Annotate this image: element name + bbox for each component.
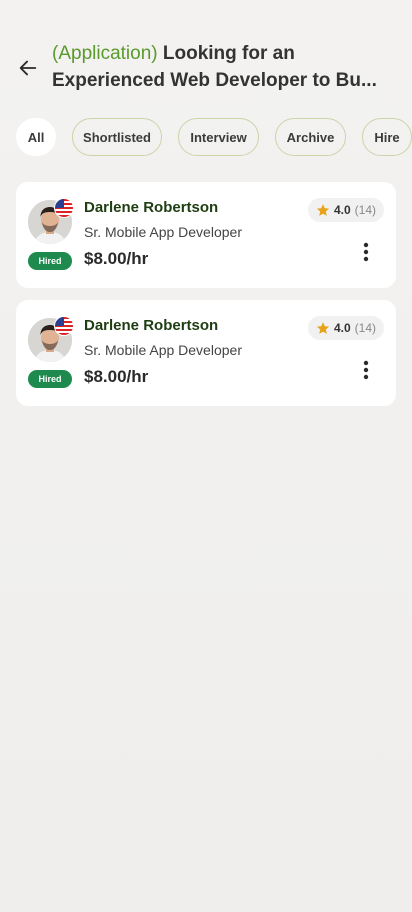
star-icon: [316, 204, 330, 216]
filter-chip-hire[interactable]: Hire: [362, 118, 412, 156]
filter-chip-interview[interactable]: Interview: [178, 118, 259, 156]
rating-badge: 4.0 (14): [307, 316, 384, 340]
applicant-role: Sr. Mobile App Developer: [84, 224, 242, 240]
filter-chip-all[interactable]: All: [16, 118, 56, 156]
more-options-button[interactable]: [356, 240, 376, 264]
title-text-1: Looking for an: [157, 43, 295, 64]
rating-count: (14): [354, 203, 376, 217]
status-badge: Hired: [28, 252, 72, 270]
back-button[interactable]: [14, 54, 42, 82]
rating-badge: 4.0 (14): [307, 198, 384, 222]
more-options-button[interactable]: [356, 358, 376, 382]
filter-chip-shortlisted[interactable]: Shortlisted: [72, 118, 162, 156]
arrow-left-icon: [19, 60, 37, 76]
applicant-card[interactable]: Hired Darlene Robertson Sr. Mobile App D…: [16, 300, 396, 406]
application-tag: (Application): [52, 43, 158, 64]
applicant-role: Sr. Mobile App Developer: [84, 342, 242, 358]
applicant-name[interactable]: Darlene Robertson: [84, 317, 218, 334]
rating-score: 4.0: [333, 321, 351, 335]
more-vertical-icon: [363, 360, 369, 380]
applicant-rate: $8.00/hr: [84, 367, 149, 386]
rating-count: (14): [354, 321, 376, 335]
applicant-card[interactable]: Hired Darlene Robertson Sr. Mobile App D…: [16, 182, 396, 288]
rating-score: 4.0: [333, 203, 351, 217]
more-vertical-icon: [363, 242, 369, 262]
filter-chips: All Shortlisted Interview Archive Hire: [16, 118, 412, 158]
filter-chip-archive[interactable]: Archive: [275, 118, 346, 156]
status-badge: Hired: [28, 370, 72, 388]
title-text-2: Experienced Web Developer to Bu...: [52, 70, 377, 91]
star-icon: [316, 322, 330, 334]
page-title: (Application) Looking for an Experienced…: [52, 40, 392, 94]
applicant-name[interactable]: Darlene Robertson: [84, 199, 218, 216]
us-flag-icon: [54, 316, 74, 336]
app-header: (Application) Looking for an Experienced…: [0, 38, 412, 108]
applicant-rate: $8.00/hr: [84, 249, 149, 268]
us-flag-icon: [54, 198, 74, 218]
